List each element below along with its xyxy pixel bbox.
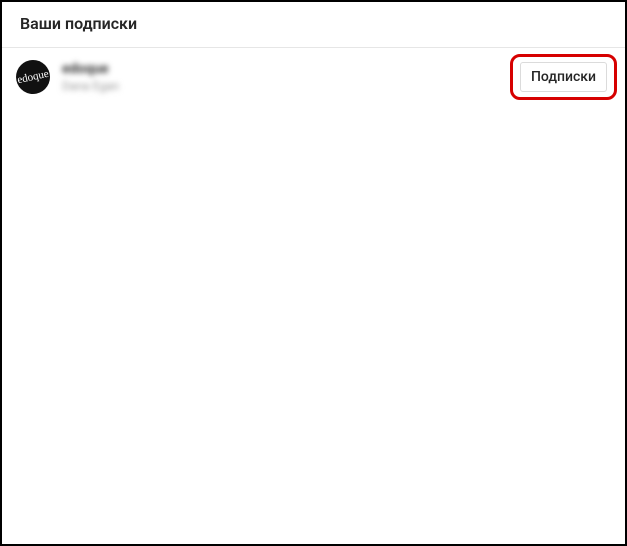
dialog-title: Ваши подписки — [20, 14, 607, 33]
list-item: edoque edoque Dana Egan Подписки — [2, 48, 625, 106]
user-subtext: Dana Egan — [62, 79, 504, 93]
user-text-block: edoque Dana Egan — [62, 61, 504, 93]
subscriptions-list[interactable]: edoque edoque Dana Egan Подписки — [2, 48, 625, 544]
dialog-header: Ваши подписки — [2, 2, 625, 48]
subscriptions-dialog: Ваши подписки edoque edoque Dana Egan По… — [2, 2, 625, 544]
following-button[interactable]: Подписки — [520, 62, 607, 92]
action-wrap: Подписки — [516, 58, 611, 96]
avatar[interactable]: edoque — [13, 57, 53, 97]
username[interactable]: edoque — [62, 61, 504, 77]
